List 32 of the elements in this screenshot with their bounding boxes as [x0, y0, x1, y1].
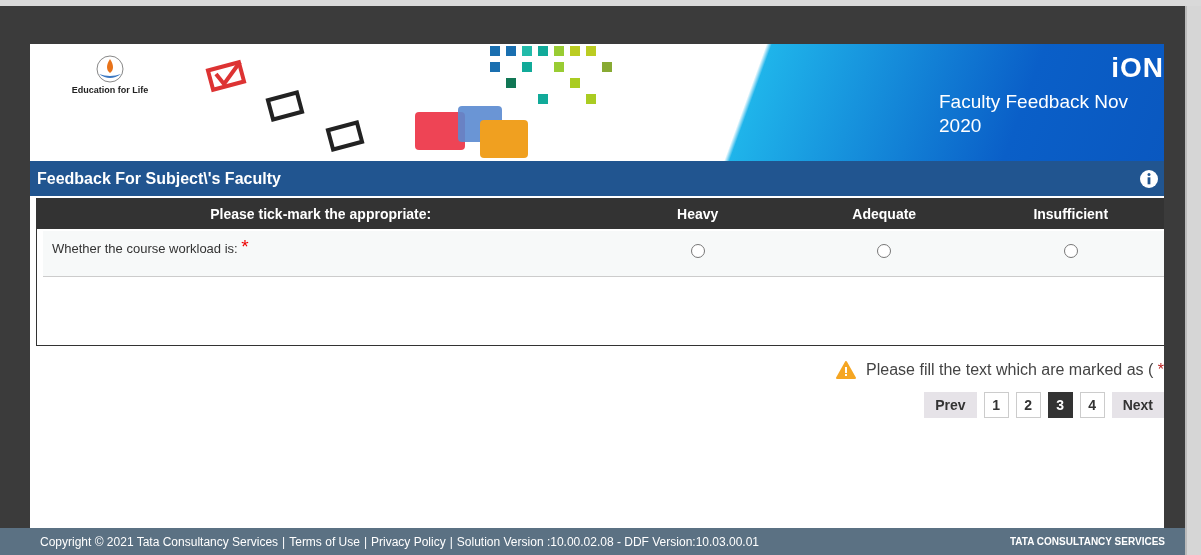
info-icon[interactable] — [1140, 169, 1158, 188]
warning-icon — [836, 361, 857, 379]
footer-link[interactable]: Terms of Use — [289, 534, 360, 549]
question-text: Whether the course workload is: * — [51, 239, 250, 260]
section-title: Feedback For Subject\'s Faculty — [37, 168, 281, 189]
brand-logo: iON — [1111, 54, 1164, 82]
version-text: Solution Version :10.00.02.08 - DDF Version:10.03.00.01 — [456, 534, 760, 549]
page-button[interactable]: 2 — [1015, 392, 1041, 418]
page-button[interactable]: 1 — [983, 392, 1009, 418]
page-button[interactable]: 3 — [1047, 392, 1073, 418]
university-logo-icon — [93, 54, 127, 84]
radio-button[interactable] — [877, 243, 892, 258]
column-header: Adequate — [851, 204, 918, 224]
copyright-text: Copyright © 2021 Tata Consultancy Services — [40, 534, 279, 549]
footer-separator: | — [363, 534, 367, 549]
required-notice: Please fill the text which are marked as ( * — [866, 360, 1164, 380]
radio-button[interactable] — [1063, 243, 1078, 258]
column-header: Insufficient — [1032, 204, 1110, 224]
footer-link[interactable]: Privacy Policy — [371, 534, 446, 549]
column-header: Heavy — [676, 204, 720, 224]
column-header: Please tick-mark the appropriate: — [209, 204, 433, 224]
scrollbar[interactable] — [1185, 6, 1201, 555]
required-mark: * — [241, 236, 249, 258]
footer-separator: | — [449, 534, 453, 549]
footer-brand: TATA CONSULTANCY SERVICES — [1010, 535, 1165, 549]
prev-button[interactable]: Prev — [924, 392, 977, 418]
radio-button[interactable] — [690, 243, 705, 258]
page-button[interactable]: 4 — [1079, 392, 1105, 418]
next-button[interactable]: Next — [1111, 392, 1164, 418]
logo-caption: Education for Life — [71, 84, 149, 97]
banner-title: Faculty Feedback Nov 2020 — [939, 90, 1130, 138]
footer-separator: | — [282, 534, 286, 549]
